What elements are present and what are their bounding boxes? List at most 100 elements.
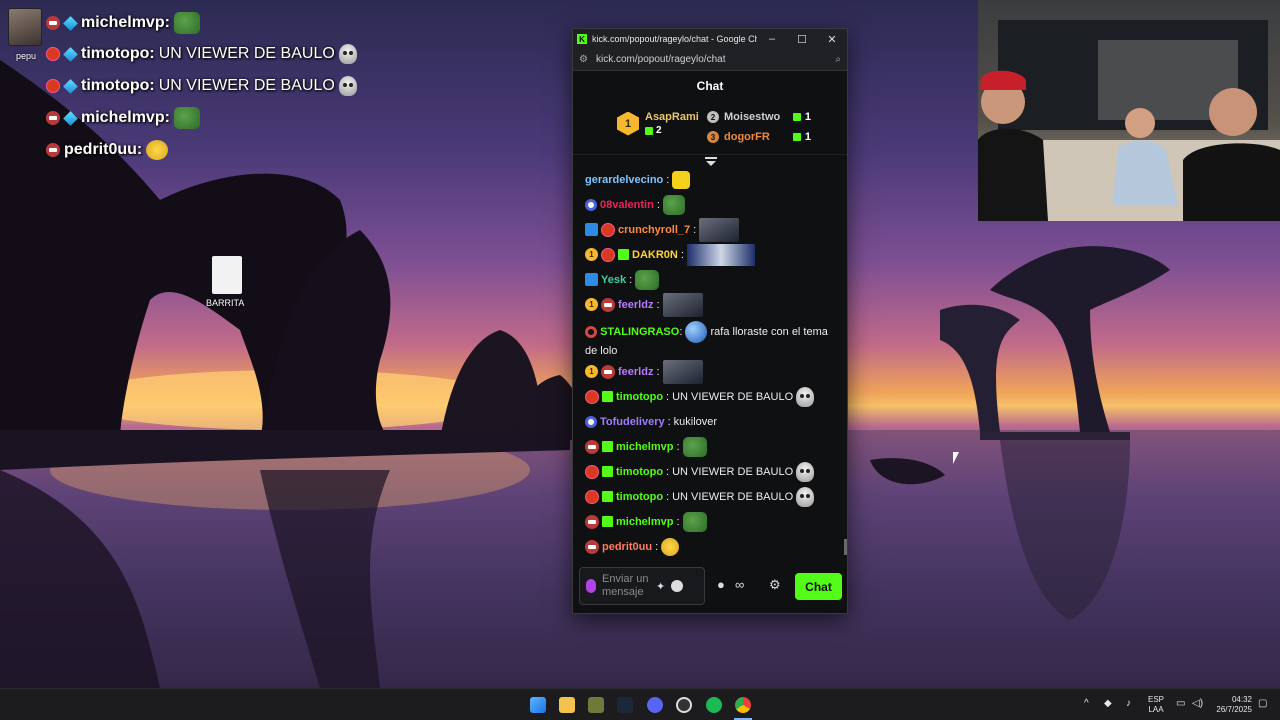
kicks-icon[interactable]: ● (717, 577, 725, 592)
notification-icon[interactable]: ▢ (1258, 698, 1267, 709)
chat-username[interactable]: STALINGRASO (600, 326, 679, 338)
microphone-tray-icon[interactable]: ♪ (1126, 698, 1131, 709)
chat-title: Chat (696, 79, 724, 93)
chat-message: gerardelvecino: (585, 167, 835, 192)
zoom-icon[interactable]: ⌕ (835, 54, 841, 65)
skull-emote-icon (338, 76, 357, 96)
chat-username[interactable]: 08valentin (600, 197, 654, 213)
chat-username[interactable]: feerldz (618, 297, 653, 313)
microphone-icon[interactable] (586, 579, 596, 593)
cube-badge-icon (63, 46, 78, 62)
leader-third[interactable]: 3 dogorFR 1 (707, 131, 811, 143)
start-windows-icon[interactable] (530, 697, 546, 713)
chat-username[interactable]: timotopo (616, 489, 663, 505)
address-bar[interactable]: ⚙ kick.com/popout/rageylo/chat ⌕ (573, 49, 847, 71)
steam-icon[interactable] (617, 697, 633, 713)
skull-emote-icon (796, 461, 815, 482)
chat-username[interactable]: pedrit0uu (602, 539, 652, 555)
chat-username[interactable]: timotopo (616, 464, 663, 480)
volume-icon[interactable]: ◁) (1192, 698, 1203, 709)
overlay-message: michelmvp: (46, 106, 200, 130)
close-button[interactable]: ✕ (817, 33, 847, 46)
app-icon[interactable] (588, 697, 604, 713)
mouth-badge-icon (601, 364, 615, 379)
infinity-icon[interactable]: ∞ (735, 577, 744, 592)
mouth-badge-icon (46, 143, 60, 157)
wave-emote-icon (661, 537, 680, 556)
chat-message: STALINGRASO: rafa lloraste con el tema d… (585, 317, 835, 359)
chevron-up-icon[interactable]: ^ (1084, 698, 1089, 709)
mouse-cursor-icon (953, 452, 959, 464)
mouth-badge-icon (46, 16, 60, 30)
chat-username[interactable]: timotopo (616, 389, 663, 405)
mouth-badge-icon (585, 514, 599, 529)
red-badge-icon (585, 489, 599, 504)
site-settings-icon[interactable]: ⚙ (579, 54, 588, 65)
message-placeholder[interactable]: Enviar un mensaje (602, 573, 650, 599)
chat-username[interactable]: Yesk (601, 272, 626, 288)
pepe-emote-icon (662, 194, 685, 215)
leader-first[interactable]: 1 AsapRami 2 (617, 111, 699, 136)
chat-username[interactable]: crunchyroll_7 (618, 222, 690, 238)
desktop-file-icon[interactable] (212, 256, 242, 294)
chat-username[interactable]: Tofudelivery (600, 414, 665, 430)
overlay-message: timotopo: UN VIEWER DE BAULO (46, 42, 357, 66)
rank-2-badge: 2 (707, 111, 719, 123)
network-icon[interactable]: ▭ (1176, 698, 1185, 709)
cube-badge-icon (63, 110, 78, 126)
gift-icon (645, 126, 653, 135)
gift-badge-icon (602, 516, 613, 527)
overlay-text: UN VIEWER DE BAULO (158, 77, 335, 94)
chat-username[interactable]: michelmvp (616, 439, 673, 455)
pepe-emote-icon (173, 107, 200, 129)
leader-second[interactable]: 2 Moisestwo 1 (707, 111, 811, 123)
image-emote-icon (662, 292, 703, 317)
chat-username[interactable]: feerldz (618, 364, 653, 380)
obs-icon[interactable] (676, 697, 692, 713)
gift-icon (792, 113, 801, 121)
tray-app-icon[interactable]: ◆ (1104, 698, 1112, 709)
chat-messages[interactable]: gerardelvecino: 08valentin: crunchyroll_… (573, 167, 847, 559)
red-badge-icon (46, 79, 60, 93)
emoji-icon[interactable] (671, 580, 684, 592)
emote-picker-icon[interactable]: ✦ (656, 580, 665, 593)
minimize-button[interactable]: – (757, 33, 787, 45)
leader-second-count: 1 (804, 111, 811, 123)
leader-third-name: dogorFR (724, 131, 770, 143)
gift-badge-icon (602, 466, 613, 477)
sub-badge-icon: 1 (585, 248, 598, 261)
chat-username[interactable]: michelmvp (616, 514, 673, 530)
chat-message: Tofudelivery: kukilover (585, 409, 835, 434)
file-explorer-icon[interactable] (559, 697, 575, 713)
collapse-icon[interactable] (705, 157, 717, 167)
url-text[interactable]: kick.com/popout/rageylo/chat (596, 54, 835, 65)
send-chat-button[interactable]: Chat (795, 573, 842, 600)
skull-emote-icon (338, 44, 357, 64)
chat-username[interactable]: gerardelvecino (585, 172, 663, 188)
language-indicator[interactable]: ESP LAA (1148, 695, 1164, 715)
gift-leaderboard: 1 AsapRami 2 2 Moisestwo 1 3 dogorFR 1 (573, 101, 847, 166)
discord-icon[interactable] (647, 697, 663, 713)
gift-badge-icon (618, 249, 629, 260)
spotify-icon[interactable] (706, 697, 722, 713)
chat-message: Yesk: (585, 267, 835, 292)
pepe-emote-icon (635, 269, 660, 290)
chrome-icon[interactable] (735, 697, 751, 713)
keyboard-layout: LAA (1148, 705, 1164, 714)
rank-1-badge: 1 (617, 111, 639, 136)
window-titlebar[interactable]: K kick.com/popout/rageylo/chat - Google … (573, 29, 847, 49)
settings-gear-icon[interactable]: ⚙ (769, 577, 781, 593)
desktop-file-label[interactable]: BARRITA (206, 298, 244, 308)
system-clock[interactable]: 04:32 26/7/2025 (1212, 695, 1252, 715)
streamer-name: pepu (16, 51, 37, 61)
message-input[interactable]: Enviar un mensaje ✦ (579, 567, 705, 605)
maximize-button[interactable]: ☐ (787, 33, 817, 46)
chat-username[interactable]: DAKR0N (632, 247, 678, 263)
leader-first-name: AsapRami (645, 111, 699, 123)
chat-scrollbar[interactable] (844, 539, 847, 555)
skull-emote-icon (796, 486, 815, 507)
chat-message: 1 DAKR0N: (585, 242, 835, 267)
badge-icon (585, 198, 597, 211)
chat-message: timotopo: UN VIEWER DE BAULO (585, 384, 835, 409)
chat-message: crunchyroll_7: (585, 217, 835, 242)
